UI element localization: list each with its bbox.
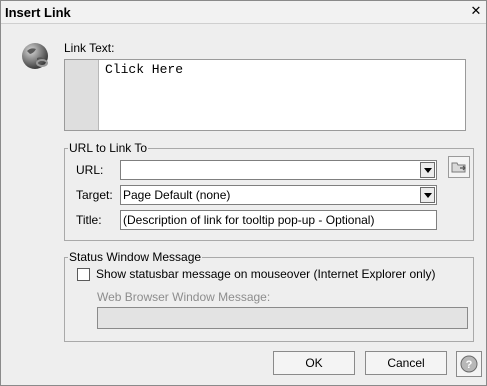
title-input[interactable]: (Description of link for tooltip pop-up …	[120, 210, 437, 230]
link-text-gutter	[65, 60, 99, 130]
statusbar-checkbox-label: Show statusbar message on mouseover (Int…	[96, 267, 436, 281]
statusbar-checkbox[interactable]	[77, 268, 90, 281]
message-label: Web Browser Window Message:	[97, 290, 271, 304]
insert-link-dialog: Insert Link ✕ Link Text: Click Here URL …	[0, 0, 487, 386]
close-icon[interactable]: ✕	[468, 3, 484, 19]
link-text-value: Click Here	[105, 62, 184, 77]
ok-button[interactable]: OK	[273, 351, 355, 375]
title-label: Title:	[76, 213, 102, 227]
message-input[interactable]	[97, 307, 468, 329]
dialog-title: Insert Link	[5, 5, 71, 20]
folder-browse-icon	[451, 162, 466, 173]
help-icon: ?	[460, 355, 478, 373]
title-value: (Description of link for tooltip pop-up …	[123, 213, 375, 227]
status-group-legend: Status Window Message	[68, 250, 203, 264]
link-text-input[interactable]: Click Here	[64, 59, 466, 131]
target-value: Page Default (none)	[123, 188, 231, 202]
globe-icon	[22, 43, 48, 69]
browse-button[interactable]	[448, 156, 470, 178]
url-group-legend: URL to Link To	[68, 141, 149, 155]
url-combobox[interactable]	[120, 160, 437, 180]
url-dropdown-button[interactable]	[420, 162, 435, 178]
cancel-button[interactable]: Cancel	[365, 351, 447, 375]
svg-text:?: ?	[466, 359, 473, 371]
target-dropdown-button[interactable]	[420, 187, 435, 203]
title-bar: Insert Link ✕	[1, 1, 486, 24]
url-label: URL:	[76, 163, 104, 177]
link-text-label: Link Text:	[64, 41, 115, 55]
help-button[interactable]: ?	[456, 351, 482, 377]
target-label: Target:	[76, 188, 113, 202]
target-select[interactable]: Page Default (none)	[120, 185, 437, 205]
chevron-down-icon	[424, 168, 432, 173]
chevron-down-icon	[424, 193, 432, 198]
